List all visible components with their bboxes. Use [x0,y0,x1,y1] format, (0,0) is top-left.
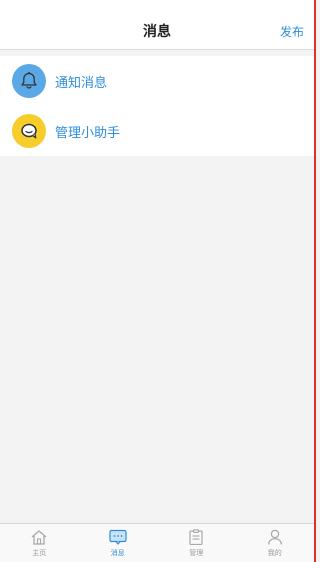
tab-manage[interactable]: 管理 [157,524,236,562]
tab-bar: 主页 消息 管理 我的 [0,523,314,562]
window-edge [314,0,316,562]
bell-icon [12,64,46,98]
user-icon [267,529,282,545]
home-icon [31,530,47,545]
clipboard-icon [189,529,203,545]
tab-label: 管理 [189,549,204,557]
page-title: 消息 [143,24,171,40]
list-item-label: 管理小助手 [55,125,121,141]
tab-label: 我的 [267,549,282,557]
messages-screen: 消息 发布 通知消息 管理小助手 主页 消息 管理 我的 [0,0,316,562]
message-icon [109,529,127,545]
tab-home[interactable]: 主页 [0,524,79,562]
list-item-label: 通知消息 [55,75,108,91]
tab-label: 消息 [110,549,125,557]
tab-messages[interactable]: 消息 [79,524,158,562]
publish-button[interactable]: 发布 [280,0,304,50]
message-list: 通知消息 管理小助手 [0,56,314,156]
list-item-admin-assistant[interactable]: 管理小助手 [0,106,314,156]
nav-bar: 消息 发布 [0,0,314,50]
tab-profile[interactable]: 我的 [236,524,315,562]
tab-label: 主页 [32,549,47,557]
list-item-notifications[interactable]: 通知消息 [0,56,314,106]
chat-bubble-icon [12,114,46,148]
